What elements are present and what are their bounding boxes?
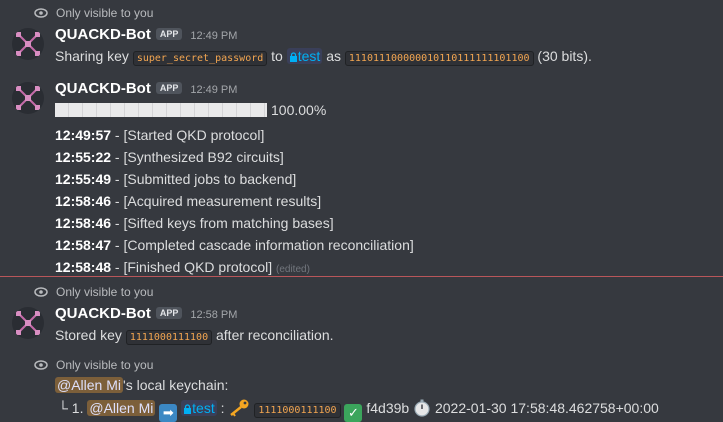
log-line: 12:58:46 - [Sifted keys from matching ba… (55, 215, 334, 231)
message-content: Sharing key super_secret_password to tes… (55, 48, 592, 66)
username[interactable]: QUACKD-Bot (55, 305, 151, 322)
bot-avatar[interactable] (12, 82, 44, 114)
inline-code: 1111000111100 (254, 403, 341, 418)
key-timestamp: 2022-01-30 17:58:48.462758+00:00 (434, 400, 659, 416)
message-header: QUACKD-Bot APP 12:49 PM (55, 80, 237, 97)
log-line: 12:58:47 - [Completed cascade informatio… (55, 237, 414, 253)
ephemeral-notice: Only visible to you (34, 285, 153, 299)
lock-icon (184, 404, 192, 414)
timestamp[interactable]: 12:58 PM (190, 309, 237, 321)
username[interactable]: QUACKD-Bot (55, 80, 151, 97)
log-line: 12:49:57 - [Started QKD protocol] (55, 127, 265, 143)
inline-code: super_secret_password (132, 51, 268, 66)
bot-avatar[interactable] (12, 28, 44, 60)
ephemeral-notice: Only visible to you (34, 6, 153, 20)
log-line: 12:58:46 - [Acquired measurement results… (55, 193, 322, 209)
ephemeral-notice: Only visible to you (34, 358, 153, 372)
key-hash: f4d39b (366, 400, 410, 416)
username[interactable]: QUACKD-Bot (55, 26, 151, 43)
channel-mention[interactable]: test (286, 48, 323, 64)
eye-icon (34, 360, 48, 370)
bot-avatar[interactable] (12, 307, 44, 339)
progress-row: 100.00% (55, 102, 326, 118)
app-badge: APP (155, 307, 183, 319)
channel-mention[interactable]: test (181, 400, 217, 416)
edited-tag: (edited) (276, 264, 310, 275)
message-content: Stored key 1111000111100 after reconcili… (55, 327, 334, 345)
timestamp[interactable]: 12:49 PM (190, 30, 237, 42)
log-line: 12:58:48 - [Finished QKD protocol] (edit… (55, 259, 310, 275)
message-header: QUACKD-Bot APP 12:58 PM (55, 305, 237, 322)
timestamp[interactable]: 12:49 PM (190, 84, 237, 96)
user-mention[interactable]: @Allen Mi (87, 400, 156, 416)
inline-code: 1111000111100 (125, 330, 213, 345)
keychain-title: @Allen Mi's local keychain: (55, 377, 229, 393)
message-header: QUACKD-Bot APP 12:49 PM (55, 26, 237, 43)
arrow-right-icon: ➡ (159, 404, 178, 422)
log-line: 12:55:49 - [Submitted jobs to backend] (55, 171, 297, 187)
key-icon (230, 399, 249, 417)
log-line: 12:55:22 - [Synthesized B92 circuits] (55, 149, 284, 165)
app-badge: APP (155, 82, 183, 94)
keychain-entry: └ 1. @Allen Mi ➡ test : 1111000111100 ✓ … (58, 399, 659, 422)
eye-icon (34, 287, 48, 297)
inline-code: 111011100000010110111111101100 (344, 51, 534, 66)
check-mark-icon: ✓ (344, 404, 363, 422)
progress-label: 100.00% (271, 102, 327, 118)
app-badge: APP (155, 28, 183, 40)
progress-bar (55, 103, 267, 117)
new-messages-divider (0, 276, 723, 277)
stopwatch-icon (414, 399, 430, 417)
eye-icon (34, 8, 48, 18)
lock-icon (289, 52, 297, 62)
user-mention[interactable]: @Allen Mi (55, 377, 124, 393)
protocol-log: 12:49:57 - [Started QKD protocol] 12:55:… (55, 124, 414, 281)
